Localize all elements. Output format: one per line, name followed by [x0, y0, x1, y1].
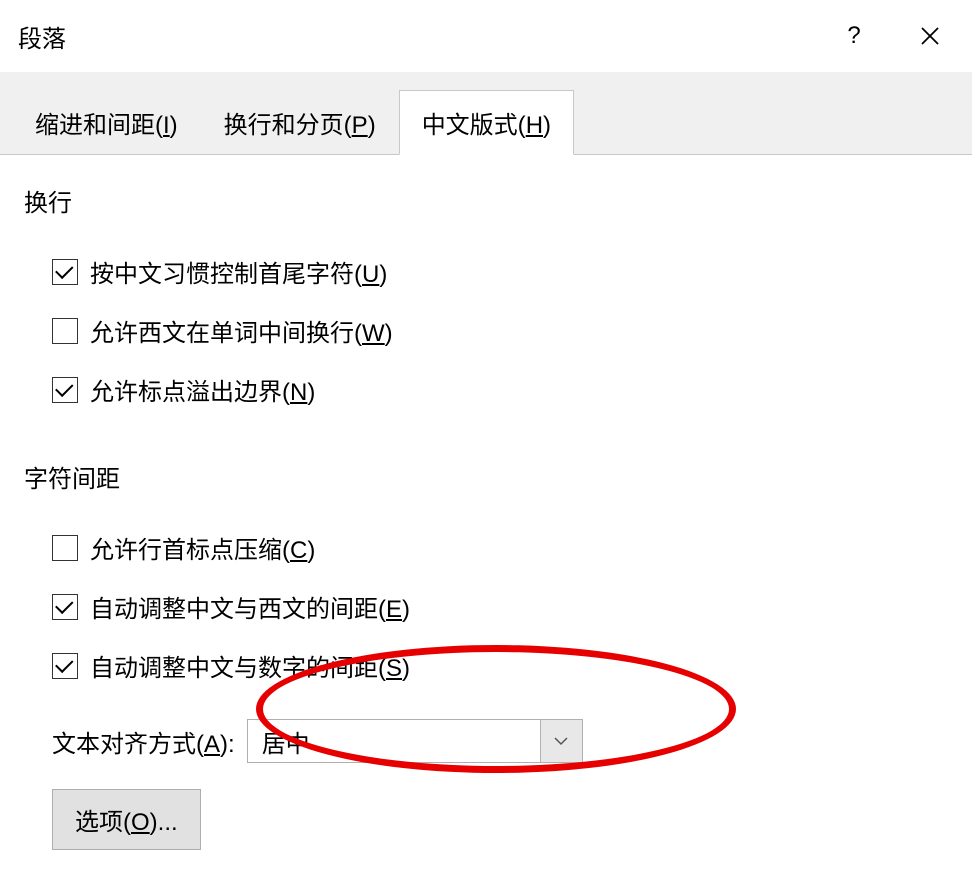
tab-indent-spacing[interactable]: 缩进和间距(I) [12, 90, 201, 154]
dialog-title: 段落 [18, 19, 830, 54]
options-row: 选项(O)... [24, 775, 948, 850]
checkbox-label: 允许标点溢出边界(N) [90, 372, 315, 407]
checkbox-label: 自动调整中文与西文的间距(E) [90, 589, 410, 624]
checkbox-first-last-char[interactable] [52, 259, 78, 285]
checkbox-hanging-punct[interactable] [52, 377, 78, 403]
titlebar: 段落 ? [0, 0, 972, 72]
checkbox-asian-latin-space[interactable] [52, 594, 78, 620]
close-button[interactable] [906, 12, 954, 60]
options-button-label: 选项(O)... [75, 809, 178, 836]
content-area: 缩进和间距(I) 换行和分页(P) 中文版式(H) 换行 按中文习惯控制首尾字符… [0, 72, 972, 890]
tab-panel: 换行 按中文习惯控制首尾字符(U) 允许西文在单词中间换行(W) 允许标点溢出边… [0, 154, 972, 890]
dropdown-arrow [540, 720, 582, 762]
checkbox-asian-number-space[interactable] [52, 653, 78, 679]
section-line-break: 换行 按中文习惯控制首尾字符(U) 允许西文在单词中间换行(W) 允许标点溢出边… [24, 183, 948, 419]
alignment-value: 居中 [248, 724, 540, 759]
tab-label: 缩进和间距(I) [35, 112, 178, 139]
close-icon [920, 26, 940, 46]
tab-strip: 缩进和间距(I) 换行和分页(P) 中文版式(H) [0, 72, 972, 154]
section-char-spacing: 字符间距 允许行首标点压缩(C) 自动调整中文与西文的间距(E) 自动调整中文与… [24, 459, 948, 850]
checkbox-label: 自动调整中文与数字的间距(S) [90, 648, 410, 683]
paragraph-dialog: 段落 ? 缩进和间距(I) 换行和分页(P) 中文版式(H) 换行 [0, 0, 972, 890]
options-button[interactable]: 选项(O)... [52, 789, 201, 850]
checkbox-compress-punct[interactable] [52, 535, 78, 561]
checkbox-row-asian-number-space: 自动调整中文与数字的间距(S) [24, 636, 948, 695]
checkbox-label: 允许西文在单词中间换行(W) [90, 313, 393, 348]
tab-asian-typography[interactable]: 中文版式(H) [399, 90, 574, 155]
alignment-label: 文本对齐方式(A): [52, 724, 235, 759]
checkbox-row-hanging-punct: 允许标点溢出边界(N) [24, 360, 948, 419]
field-row-text-alignment: 文本对齐方式(A): 居中 [24, 695, 948, 775]
section-title-char-spacing: 字符间距 [24, 459, 948, 494]
section-title-line-break: 换行 [24, 183, 948, 218]
checkbox-row-first-last-char: 按中文习惯控制首尾字符(U) [24, 242, 948, 301]
tab-line-page-breaks[interactable]: 换行和分页(P) [201, 90, 399, 154]
checkbox-latin-wrap[interactable] [52, 318, 78, 344]
checkbox-row-compress-punct: 允许行首标点压缩(C) [24, 518, 948, 577]
tab-label: 换行和分页(P) [224, 112, 376, 139]
checkbox-label: 按中文习惯控制首尾字符(U) [90, 254, 387, 289]
chevron-down-icon [553, 736, 569, 746]
alignment-dropdown[interactable]: 居中 [247, 719, 583, 763]
checkbox-row-latin-wrap: 允许西文在单词中间换行(W) [24, 301, 948, 360]
help-button[interactable]: ? [830, 12, 878, 60]
checkbox-row-asian-latin-space: 自动调整中文与西文的间距(E) [24, 577, 948, 636]
tab-label: 中文版式(H) [422, 112, 551, 139]
checkbox-label: 允许行首标点压缩(C) [90, 530, 315, 565]
